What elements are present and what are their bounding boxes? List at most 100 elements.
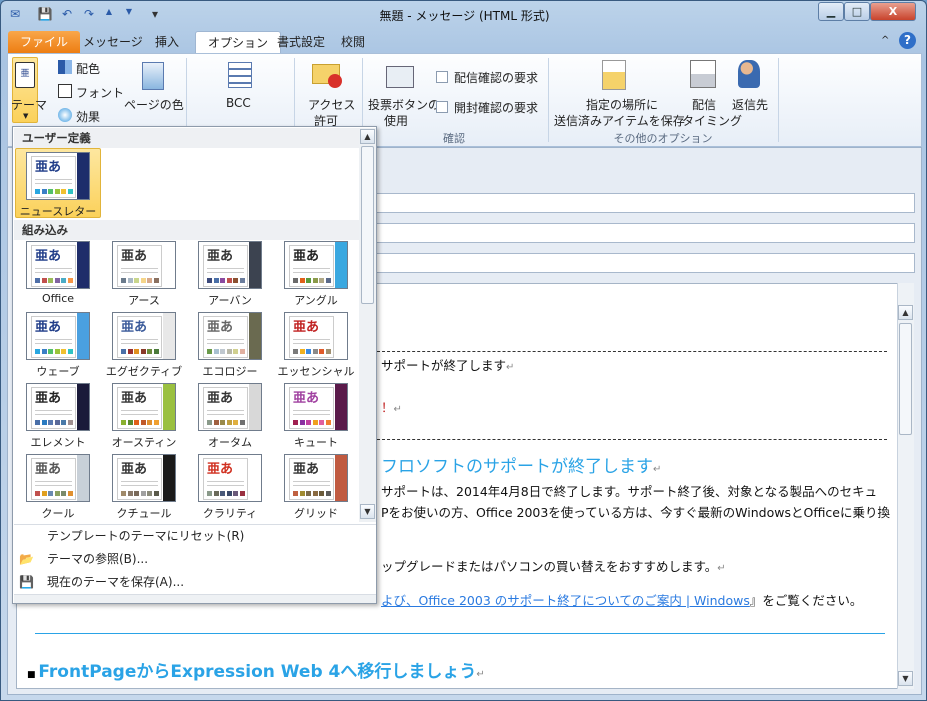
theme-item[interactable]: 亜あ エレメント [19, 383, 97, 453]
minimize-button[interactable]: ▁ [818, 2, 844, 21]
delivery-receipt-checkbox[interactable] [436, 71, 448, 83]
theme-item[interactable]: 亜あ アース [105, 241, 183, 311]
subject-field[interactable] [372, 253, 915, 273]
gallery-scroll-up-button[interactable]: ▲ [360, 129, 375, 144]
gallery-scroll-down-button[interactable]: ▼ [360, 504, 375, 519]
resize-grip[interactable] [14, 594, 376, 603]
color-swatch [213, 278, 219, 283]
scroll-down-button[interactable]: ▼ [898, 671, 913, 686]
tab-format-text[interactable]: 書式設定 [265, 31, 337, 54]
color-swatch [61, 420, 66, 425]
theme-item[interactable]: 亜あ ウェーブ [19, 312, 97, 382]
group-label-tracking: 確認 [443, 132, 465, 145]
direct-replies-button[interactable]: 返信先 [732, 96, 768, 113]
browse-themes-menu-item[interactable]: 📂 テーマの参照(B)... [14, 548, 376, 571]
color-swatch [233, 420, 238, 425]
theme-item[interactable]: 亜あ オータム [191, 383, 269, 453]
heading: フロソフトのサポートが終了します [381, 457, 653, 477]
color-swatch [220, 420, 225, 425]
theme-sample-text: 亜あ [121, 462, 148, 477]
theme-button[interactable]: 亜 テーマ ▼ [11, 57, 47, 123]
theme-item[interactable]: 亜あ Office [19, 241, 97, 311]
tab-file[interactable]: ファイル [8, 31, 81, 54]
theme-thumbnail: 亜あ [284, 241, 348, 289]
theme-accent [163, 455, 175, 501]
color-swatch [140, 278, 146, 283]
body-text: ！ [381, 400, 394, 415]
body-scrollbar[interactable]: ▲ ▼ [897, 283, 914, 689]
color-swatch [48, 420, 53, 425]
theme-sample-text: 亜あ [207, 320, 234, 335]
collapse-ribbon-icon[interactable]: ^ [881, 35, 889, 46]
tab-review[interactable]: 校閲 [329, 31, 377, 54]
gallery-scroll-thumb[interactable] [361, 146, 374, 304]
read-receipt-checkbox[interactable] [436, 101, 448, 113]
theme-accent [335, 313, 347, 359]
maximize-button[interactable]: □ [844, 2, 870, 21]
horizontal-rule [35, 633, 885, 634]
save-theme-menu-item[interactable]: 💾 現在のテーマを保存(A)... [14, 571, 376, 594]
color-swatch [207, 420, 212, 425]
theme-name: グリッド [294, 507, 338, 520]
color-swatch [61, 349, 66, 354]
return-mark: ↵ [506, 362, 515, 373]
gallery-scrollbar[interactable]: ▲ ▼ [359, 128, 376, 522]
color-swatch [299, 420, 305, 425]
cc-field[interactable] [372, 223, 915, 243]
color-swatch [220, 491, 225, 496]
color-swatch [41, 349, 47, 354]
color-swatch [213, 349, 219, 354]
theme-item[interactable]: 亜あ キュート [277, 383, 355, 453]
colors-button[interactable]: 配色 [76, 60, 100, 77]
color-swatch [35, 491, 40, 496]
theme-item[interactable]: 亜あ エッセンシャル [277, 312, 355, 382]
scroll-up-button[interactable]: ▲ [898, 305, 913, 320]
fonts-button[interactable]: フォント [76, 84, 124, 101]
theme-item[interactable]: 亜あ クチュール [105, 454, 183, 524]
color-swatch [213, 420, 219, 425]
theme-item[interactable]: 亜あ ニュースレター [15, 148, 101, 218]
to-field[interactable] [372, 193, 915, 213]
theme-thumbnail: 亜あ [198, 312, 262, 360]
close-button[interactable]: X [870, 2, 916, 21]
page-color-button[interactable]: ページの色 [124, 96, 184, 113]
color-swatch [312, 349, 318, 354]
theme-accent [249, 313, 261, 359]
theme-name: オースティン [111, 436, 177, 449]
theme-item[interactable]: 亜あ グリッド [277, 454, 355, 524]
color-swatch [54, 420, 60, 425]
color-swatch [48, 189, 53, 194]
theme-item[interactable]: 亜あ クラリティ [191, 454, 269, 524]
color-swatch [239, 278, 245, 283]
effects-button[interactable]: 効果 [76, 108, 100, 125]
delay-delivery-button[interactable]: 配信 [692, 96, 716, 113]
voting-buttons-button[interactable]: 投票ボタンの [368, 96, 440, 113]
return-mark: ↵ [476, 669, 485, 680]
theme-sample-text: 亜あ [35, 249, 62, 264]
color-swatch [153, 349, 159, 354]
color-swatch [41, 189, 47, 194]
support-link[interactable]: よび、Office 2003 のサポート終了についてのご案内 | Windows [381, 593, 750, 608]
color-swatch [35, 189, 40, 194]
theme-item[interactable]: 亜あ クール [19, 454, 97, 524]
color-swatch [319, 349, 324, 354]
theme-page: 亜あ [117, 316, 162, 358]
color-swatch [226, 420, 232, 425]
theme-item[interactable]: 亜あ アングル [277, 241, 355, 311]
reset-theme-menu-item[interactable]: テンプレートのテーマにリセット(R) [14, 525, 376, 548]
color-swatch [207, 278, 212, 283]
tab-insert[interactable]: 挿入 [143, 31, 191, 54]
theme-thumbnail: 亜あ [112, 312, 176, 360]
help-icon[interactable]: ? [899, 32, 916, 49]
color-swatch [325, 420, 331, 425]
theme-item[interactable]: 亜あ アーバン [191, 241, 269, 311]
theme-item[interactable]: 亜あ オースティン [105, 383, 183, 453]
save-sent-item-button[interactable]: 指定の場所に [586, 96, 658, 113]
scroll-thumb[interactable] [899, 323, 912, 435]
color-swatch [67, 349, 73, 354]
bcc-button[interactable]: BCC [226, 96, 251, 110]
theme-item[interactable]: 亜あ エグゼクティブ [105, 312, 183, 382]
section-header-custom: ユーザー定義 [14, 128, 360, 148]
theme-item[interactable]: 亜あ エコロジー [191, 312, 269, 382]
permission-button[interactable]: アクセス [308, 96, 355, 113]
